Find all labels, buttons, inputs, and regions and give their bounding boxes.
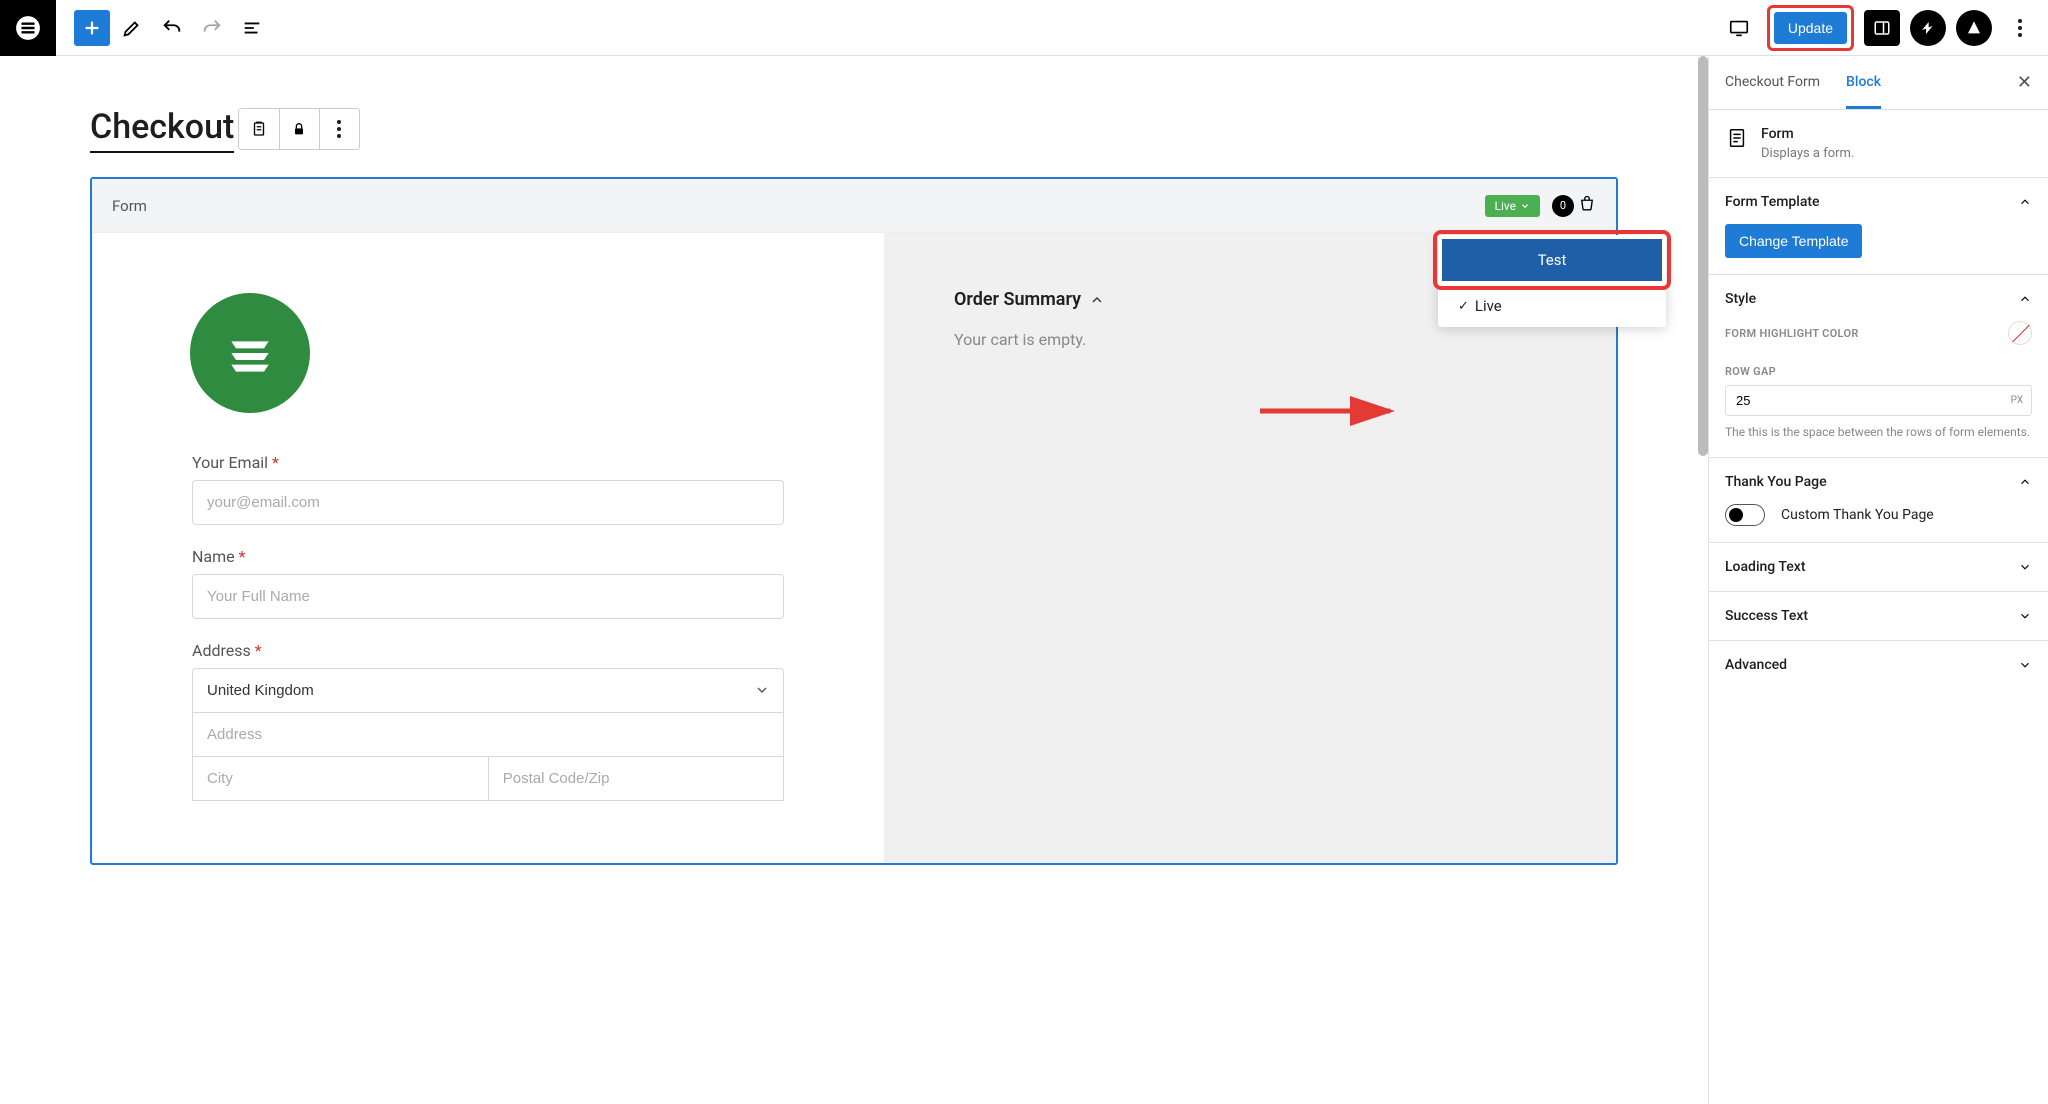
form-header-title: Form: [112, 197, 147, 215]
country-select[interactable]: [192, 668, 784, 713]
chevron-down-icon: [754, 682, 770, 702]
check-icon: ✓: [1458, 299, 1469, 314]
mode-dropdown-highlight: Test: [1433, 230, 1671, 290]
mode-dropdown: Test ✓ Live: [1438, 235, 1666, 327]
form-block[interactable]: Form Live 0 Test ✓ Live: [90, 177, 1618, 865]
dropdown-item-test[interactable]: Test: [1442, 239, 1662, 281]
custom-thank-you-toggle[interactable]: [1725, 504, 1765, 526]
form-header-bar: Form Live 0 Test ✓ Live: [92, 179, 1616, 233]
section-success-text[interactable]: Success Text: [1725, 608, 2032, 624]
order-summary-panel: Order Summary Your cart is empty.: [884, 233, 1616, 863]
circle-icon-1[interactable]: [1910, 10, 1946, 46]
section-style[interactable]: Style: [1725, 291, 2032, 307]
annotation-arrow: [1260, 396, 1410, 430]
city-field[interactable]: [192, 756, 488, 801]
block-name: Form: [1761, 126, 1854, 142]
cart-empty-text: Your cart is empty.: [954, 330, 1546, 349]
form-block-icon: [1725, 126, 1749, 150]
email-label: Your Email *: [192, 453, 784, 472]
page-title[interactable]: Checkout: [90, 107, 234, 153]
row-gap-input[interactable]: [1726, 386, 2003, 415]
section-form-template[interactable]: Form Template: [1725, 194, 2032, 210]
app-logo[interactable]: [0, 0, 56, 56]
dropdown-item-live-label: Live: [1475, 297, 1502, 315]
address-field[interactable]: [192, 712, 784, 757]
name-label: Name *: [192, 547, 784, 566]
block-more-icon[interactable]: [319, 109, 359, 149]
edit-icon[interactable]: [114, 10, 150, 46]
update-button-highlight: Update: [1767, 5, 1854, 51]
desktop-preview-icon[interactable]: [1721, 10, 1757, 46]
change-template-button[interactable]: Change Template: [1725, 224, 1862, 258]
close-sidebar-button[interactable]: ✕: [2017, 72, 2032, 93]
tab-block[interactable]: Block: [1846, 58, 1881, 109]
merchant-logo: [190, 293, 310, 413]
list-view-button[interactable]: [234, 10, 270, 46]
undo-button[interactable]: [154, 10, 190, 46]
editor-canvas: Checkout Form Live 0 Test: [0, 56, 1708, 1104]
highlight-color-swatch[interactable]: [2008, 321, 2032, 345]
row-gap-unit[interactable]: PX: [2003, 395, 2031, 406]
block-toolbar: [238, 108, 360, 150]
row-gap-help: The this is the space between the rows o…: [1725, 424, 2032, 441]
highlight-color-label: FORM HIGHLIGHT COLOR: [1725, 327, 1859, 340]
section-loading-text[interactable]: Loading Text: [1725, 559, 2032, 575]
circle-icon-2[interactable]: [1956, 10, 1992, 46]
settings-sidebar: Checkout Form Block ✕ Form Displays a fo…: [1708, 56, 2048, 1104]
cart-icon[interactable]: [1578, 195, 1596, 217]
lock-icon[interactable]: [279, 109, 319, 149]
live-pill-label: Live: [1495, 199, 1516, 213]
dropdown-item-live[interactable]: ✓ Live: [1438, 285, 1666, 327]
email-field[interactable]: [192, 480, 784, 525]
clipboard-icon[interactable]: [239, 109, 279, 149]
tab-checkout-form[interactable]: Checkout Form: [1725, 58, 1820, 109]
row-gap-label: ROW GAP: [1725, 365, 1776, 378]
custom-thank-you-label: Custom Thank You Page: [1781, 507, 1934, 523]
name-field[interactable]: [192, 574, 784, 619]
redo-button[interactable]: [194, 10, 230, 46]
scrollbar[interactable]: [1698, 56, 1708, 456]
block-desc: Displays a form.: [1761, 146, 1854, 161]
cart-count-badge: 0: [1552, 195, 1574, 217]
form-left-column: Your Email * Name * Address *: [92, 233, 884, 863]
add-block-button[interactable]: [74, 10, 110, 46]
sidebar-toggle-icon[interactable]: [1864, 10, 1900, 46]
section-advanced[interactable]: Advanced: [1725, 657, 2032, 673]
address-label: Address *: [192, 641, 784, 660]
top-toolbar: Update: [0, 0, 2048, 56]
section-thank-you[interactable]: Thank You Page: [1725, 474, 2032, 490]
mode-live-pill[interactable]: Live: [1485, 195, 1540, 217]
more-options-button[interactable]: [2002, 10, 2038, 46]
update-button[interactable]: Update: [1774, 12, 1847, 44]
postal-field[interactable]: [488, 756, 784, 801]
